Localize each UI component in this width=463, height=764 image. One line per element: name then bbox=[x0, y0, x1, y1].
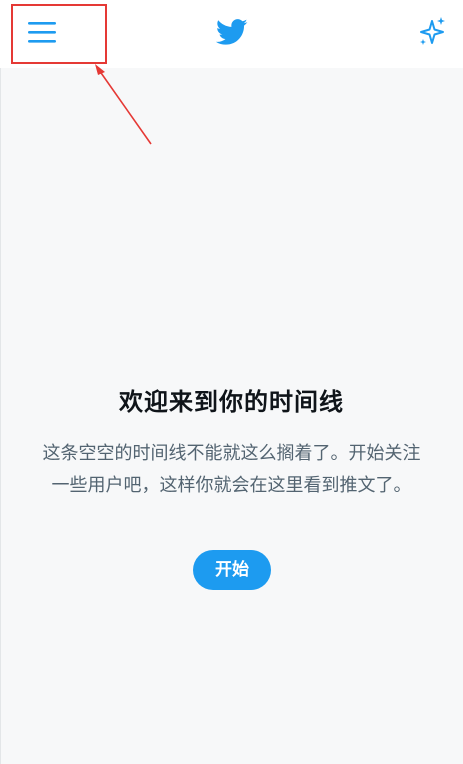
top-tweets-button[interactable] bbox=[415, 15, 449, 49]
twitter-logo bbox=[215, 16, 248, 48]
timeline-empty-state: 欢迎来到你的时间线 这条空空的时间线不能就这么搁着了。开始关注一些用户吧，这样你… bbox=[0, 68, 463, 764]
annotation-highlight-box bbox=[11, 4, 107, 64]
twitter-bird-icon bbox=[215, 19, 248, 45]
welcome-description: 这条空空的时间线不能就这么搁着了。开始关注一些用户吧，这样你就会在这里看到推文了… bbox=[42, 443, 421, 496]
sparkle-icon bbox=[420, 17, 445, 45]
start-button[interactable]: 开始 bbox=[193, 550, 271, 590]
welcome-title: 欢迎来到你的时间线 bbox=[119, 388, 344, 416]
